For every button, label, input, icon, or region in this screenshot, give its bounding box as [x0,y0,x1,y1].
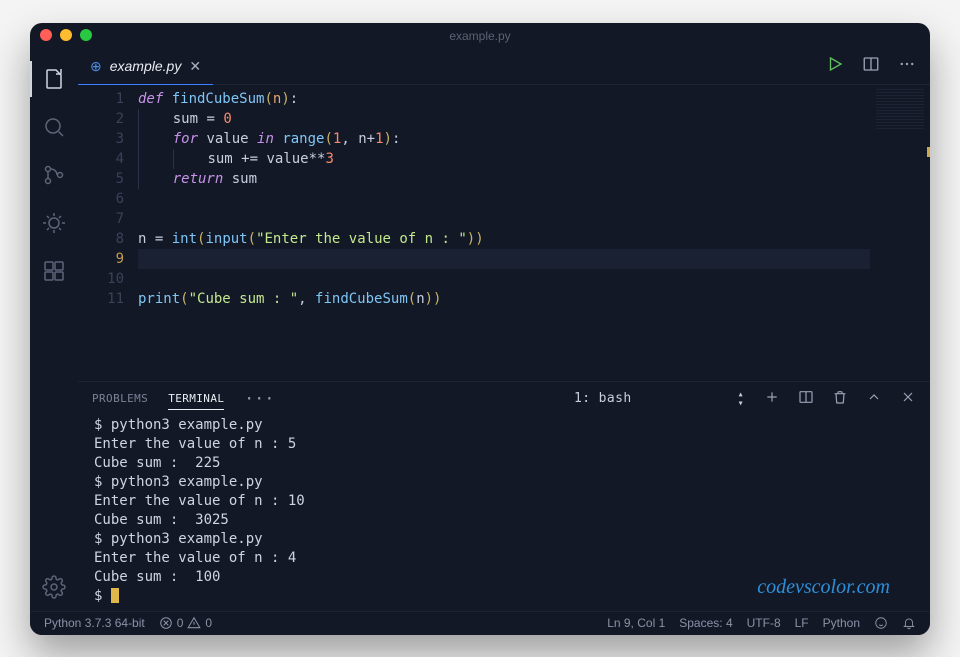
editor-area: ⊕ example.py ✕ 1 [78,49,930,611]
debug-icon[interactable] [30,199,78,247]
dropdown-chev-icon: ▴▾ [738,390,744,408]
main-area: ⊕ example.py ✕ 1 [30,49,930,611]
search-icon[interactable] [30,103,78,151]
source-control-icon[interactable] [30,151,78,199]
maximize-panel-icon[interactable] [866,389,882,408]
status-indentation[interactable]: Spaces: 4 [679,616,732,630]
status-encoding[interactable]: UTF-8 [747,616,781,630]
status-notifications-icon[interactable] [902,616,916,630]
code-content[interactable]: def findCubeSum(n): sum = 0 for value in… [138,85,870,381]
settings-gear-icon[interactable] [30,563,78,611]
vscode-window: example.py [30,23,930,635]
terminal-selector-label: 1: bash [574,391,632,406]
status-eol[interactable]: LF [795,616,809,630]
status-language[interactable]: Python [823,616,860,630]
tab-example-py[interactable]: ⊕ example.py ✕ [78,49,213,85]
extensions-icon[interactable] [30,247,78,295]
status-problems[interactable]: 0 0 [159,616,212,630]
activity-bar [30,49,78,611]
window-title: example.py [449,29,510,43]
close-panel-icon[interactable] [900,389,916,408]
panel-more-icon[interactable]: ··· [244,395,274,403]
panel-header: PROBLEMS TERMINAL ··· 1: bash ▴▾ [78,382,930,410]
python-file-icon: ⊕ [90,58,102,75]
tab-label: example.py [110,58,182,74]
status-bar: Python 3.7.3 64-bit 0 0 Ln 9, Col 1 Spac… [30,611,930,635]
new-terminal-icon[interactable] [764,389,780,408]
panel-tab-problems[interactable]: PROBLEMS [92,388,148,409]
status-feedback-icon[interactable] [874,616,888,630]
editor-actions [826,49,930,85]
run-icon[interactable] [826,55,844,78]
status-python-version[interactable]: Python 3.7.3 64-bit [44,616,145,630]
line-number-gutter: 1234567891011 [78,85,138,381]
window-controls [40,29,92,41]
kill-terminal-icon[interactable] [832,389,848,408]
minimap[interactable] [870,85,930,381]
more-actions-icon[interactable] [898,55,916,78]
titlebar: example.py [30,23,930,49]
close-tab-icon[interactable]: ✕ [189,58,201,75]
maximize-window-button[interactable] [80,29,92,41]
terminal-selector[interactable]: 1: bash ▴▾ [574,390,744,408]
watermark: codevscolor.com [757,576,890,599]
explorer-icon[interactable] [30,55,78,103]
editor-body[interactable]: 1234567891011 def findCubeSum(n): sum = … [78,85,930,381]
close-window-button[interactable] [40,29,52,41]
split-editor-icon[interactable] [862,55,880,78]
status-cursor-position[interactable]: Ln 9, Col 1 [607,616,665,630]
editor-tabs: ⊕ example.py ✕ [78,49,930,85]
panel-tab-terminal[interactable]: TERMINAL [168,388,224,410]
minimize-window-button[interactable] [60,29,72,41]
split-terminal-icon[interactable] [798,389,814,408]
